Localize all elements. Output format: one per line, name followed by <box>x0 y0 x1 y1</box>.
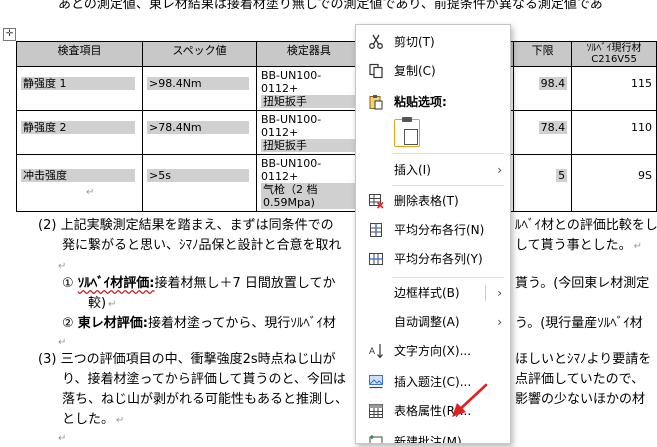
insert-caption-icon <box>368 374 384 390</box>
menu-item-cut[interactable]: 剪切(T) <box>356 29 510 55</box>
chevron-right-icon: › <box>497 286 502 300</box>
para3-line3: 落ち、ねじ山が剥がれる可能性もあると推測し、 <box>62 392 349 407</box>
menu-item-text-direction[interactable]: A 文字方向(X)... <box>356 338 510 364</box>
spec-cell: >98.4Nm <box>146 77 249 90</box>
item-cell: 冲击强度 <box>21 169 135 182</box>
item-cell: 静强度 1 <box>21 77 135 90</box>
paragraph-mark: ↵ <box>86 187 95 198</box>
menu-item-border-style[interactable]: 边框样式(B) › <box>356 280 510 306</box>
paragraph-mark: ↵ <box>58 337 67 348</box>
menu-item-delete-table[interactable]: 删除表格(T) <box>356 188 510 214</box>
chevron-right-icon: › <box>497 315 502 329</box>
table-row: 冲击强度 >5s BB-UN100-0112+ 气枪（2 档 0.59Mpa) … <box>16 154 657 212</box>
tool-line: 0.59Mpa) <box>260 196 357 209</box>
distribute-columns-icon <box>368 251 384 267</box>
para3-line4: とした。 ↵ <box>62 412 125 427</box>
item1-line1-right: 貰う。(今回東レ材測定 <box>515 276 650 291</box>
current-cell: 110 <box>631 121 652 134</box>
document-page: あとの測定値、東レ材結果は接着材塗り無しでの測定値であり、前提条件が異なる測定値… <box>0 0 657 444</box>
paste-icon <box>368 94 384 110</box>
lower-cell: 78.4 <box>538 121 568 134</box>
doc-line-top: あとの測定値、東レ材結果は接着材塗り無しでの測定値であり、前提条件が異なる測定値… <box>58 0 603 12</box>
item1-line1: ① ｿﾙﾍﾞｲ材評価:接着材無し＋7 日間放置してか <box>62 276 336 291</box>
distribute-rows-icon <box>368 222 384 238</box>
text-direction-icon: A <box>368 343 384 359</box>
header-cell: 検査項目 <box>16 41 143 67</box>
scissors-icon <box>368 34 384 50</box>
table-header-row: 検査項目 スペック値 検定器具 下限 ｿﾙﾍﾞｲ現行材 C216V55 <box>16 41 657 67</box>
header-cell: 検定器具 <box>255 41 362 67</box>
para3-line1-right: ほしいとｼﾏﾉより要請を <box>515 352 652 367</box>
red-pointer-arrow-icon <box>452 383 488 417</box>
menu-separator <box>392 185 504 186</box>
item1-line2: 較) ↵ <box>88 296 117 311</box>
header-cell: スペック値 <box>141 41 257 67</box>
para3-line3-right: 影響の少ないほかの材 <box>515 392 646 407</box>
para3-line1: (3) 三つの評価項目の中、衝撃強度2s時点ねじ山が <box>38 352 336 367</box>
tool-line: 扭矩扳手 <box>260 139 357 152</box>
menu-item-insert[interactable]: 插入(I) › <box>356 157 510 183</box>
menu-item-copy[interactable]: 复制(C) <box>356 58 510 84</box>
para2-line1-right: ﾙﾍﾞｲ材との評価比較をし <box>515 218 657 233</box>
header-cell: 下限 <box>513 41 573 67</box>
item-cell: 静强度 2 <box>21 121 135 134</box>
spec-cell: >78.4Nm <box>146 121 249 134</box>
current-cell: 115 <box>631 77 652 90</box>
table-properties-icon <box>368 403 384 419</box>
tool-line: BB-UN100-0112+ <box>260 113 322 139</box>
table-row: 静强度 1 >98.4Nm BB-UN100-0112+ 扭矩扳手 98.4 1… <box>16 66 657 111</box>
spec-table[interactable]: 検査項目 スペック値 検定器具 下限 ｿﾙﾍﾞｲ現行材 C216V55 静强度 … <box>16 41 657 212</box>
header-cell: ｿﾙﾍﾞｲ現行材 C216V55 <box>571 41 657 67</box>
paragraph-mark: ↵ <box>58 433 67 444</box>
para2-line1: (2) 上記実験測定結果を踏まえ、まずは同条件での <box>38 218 334 233</box>
tool-line: BB-UN100-0112+ <box>260 157 322 183</box>
menu-item-distribute-rows[interactable]: 平均分布各行(N) <box>356 217 510 243</box>
item2-line1-right: う。(現行量産ｿﾙﾍﾞｲ材 <box>515 316 643 331</box>
paste-keep-source-icon <box>404 129 418 145</box>
para2-line2: 発に繋がると思い、ｼﾏﾉ品保と設計と合意を取れ <box>62 238 342 253</box>
svg-text:A: A <box>369 346 375 356</box>
menu-item-autofit[interactable]: 自动调整(A) › <box>356 309 510 335</box>
spec-cell: >5s <box>146 169 249 182</box>
delete-table-icon <box>368 193 384 209</box>
paste-keep-source-button[interactable] <box>394 117 420 147</box>
item2-line1: ② 東レ材評価:接着材塗ってから、現行ｿﾙﾍﾞｲ材 <box>62 316 336 331</box>
tool-line: 气枪（2 档 <box>260 183 357 196</box>
tool-line: BB-UN100-0112+ <box>260 69 322 95</box>
tool-line: 扭矩扳手 <box>260 95 357 108</box>
new-comment-icon <box>368 434 384 443</box>
menu-separator <box>392 277 504 278</box>
para3-line2-right: 点評価していたので、 <box>515 372 645 387</box>
para3-line2: り、接着材塗ってから評価して貰うのと、今回は <box>62 372 346 387</box>
menu-item-paste-options: 粘贴选项: <box>356 89 510 115</box>
chevron-right-icon: › <box>497 163 502 177</box>
copy-icon <box>368 63 384 79</box>
menu-separator <box>392 153 504 154</box>
current-cell: 9S <box>638 169 652 182</box>
menu-item-distribute-columns[interactable]: 平均分布各列(Y) <box>356 246 510 272</box>
table-row: 静强度 2 >78.4Nm BB-UN100-0112+ 扭矩扳手 78.4 1… <box>16 110 657 155</box>
lower-cell: 5 <box>556 169 568 182</box>
paragraph-mark: ↵ <box>58 261 67 272</box>
lower-cell: 98.4 <box>538 77 568 90</box>
para2-line2-right: して貰う事とした。 ↵ <box>515 238 643 253</box>
table-move-handle-icon[interactable]: ✛ <box>3 28 16 41</box>
